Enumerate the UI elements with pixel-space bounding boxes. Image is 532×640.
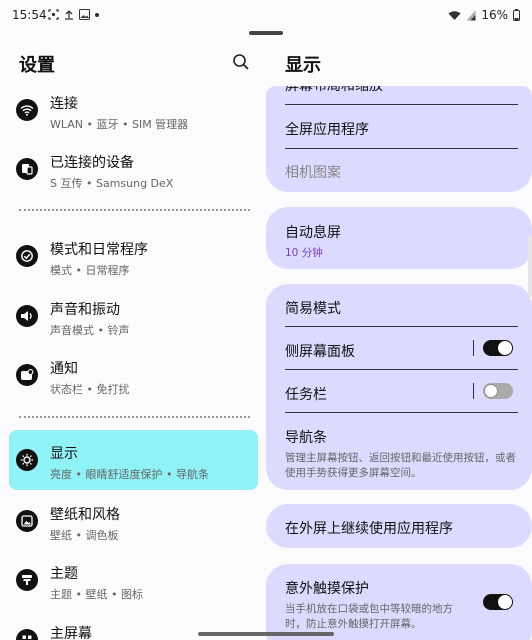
settings-item-subtitle: 声音模式 • 铃声 xyxy=(50,324,130,337)
settings-item-notifications[interactable]: 通知 状态栏 • 免打扰 xyxy=(9,347,258,403)
settings-item-subtitle: 壁纸 • 调色板 xyxy=(50,529,119,542)
row-description: 当手机放在口袋或包中等较暗的地方时，防止意外触摸打开屏幕。 xyxy=(285,603,453,630)
settings-item-subtitle: 模式 • 日常程序 xyxy=(50,264,130,277)
notification-dot-icon xyxy=(95,12,99,17)
taskbar-toggle[interactable] xyxy=(483,383,513,399)
signal-icon xyxy=(466,10,476,20)
camera-cutout-row: 相机图案 xyxy=(285,162,518,182)
settings-item-subtitle: S 互传 • Samsung DeX xyxy=(50,177,174,190)
battery-percent: 16% xyxy=(481,8,508,22)
settings-item-title: 模式和日常程序 xyxy=(50,242,148,258)
accidental-touch-toggle[interactable] xyxy=(483,594,513,610)
wallpaper-icon xyxy=(16,510,38,532)
screen-timeout-row[interactable]: 自动息屏 10 分钟 xyxy=(285,222,518,261)
settings-item-title: 声音和振动 xyxy=(50,302,120,318)
settings-item-title: 主题 xyxy=(50,566,78,582)
display-card-modes: 简易模式 侧屏幕面板 任务栏 导航条 管理主屏幕按钮、返回按钮和最近使用按钮，或… xyxy=(266,284,532,490)
easy-mode-row[interactable]: 简易模式 xyxy=(285,298,518,318)
row-title: 在外屏上继续使用应用程序 xyxy=(285,521,453,537)
display-card-touch-protection: 意外触摸保护 当手机放在口袋或包中等较暗的地方时，防止意外触摸打开屏幕。 xyxy=(266,564,532,640)
row-description: 管理主屏幕按钮、返回按钮和最近使用按钮，或者使用手势获得更多屏幕空间。 xyxy=(285,452,516,479)
display-card-layout: 屏幕布局和缩放 全屏应用程序 相机图案 xyxy=(266,86,532,192)
toggle-knob xyxy=(498,341,512,355)
screen: 15:54 16% 设置 连接 WLAN • 蓝牙 • SIM 管理器 已连接的… xyxy=(0,0,532,640)
screen-layout-zoom-row[interactable]: 屏幕布局和缩放 xyxy=(285,86,518,95)
row-separator xyxy=(285,104,518,105)
settings-item-subtitle: 亮度 • 眼睛舒适度保护 • 导航条 xyxy=(50,468,209,481)
settings-item-themes[interactable]: 主题 主题 • 壁纸 • 图标 xyxy=(9,552,258,608)
wifi-icon xyxy=(16,99,38,121)
row-separator xyxy=(285,412,518,413)
settings-item-title: 壁纸和风格 xyxy=(50,507,120,523)
volume-icon xyxy=(16,305,38,327)
search-icon[interactable] xyxy=(232,53,250,71)
row-title: 导航条 xyxy=(285,430,327,446)
settings-list-pane: 设置 连接 WLAN • 蓝牙 • SIM 管理器 已连接的设备 S 互传 • … xyxy=(0,36,266,640)
row-separator xyxy=(285,326,518,327)
edge-panels-toggle[interactable] xyxy=(483,340,513,356)
toggle-knob xyxy=(498,595,512,609)
pane-title: 显示 xyxy=(285,55,321,76)
navigation-bar-row[interactable]: 导航条 管理主屏幕按钮、返回按钮和最近使用按钮，或者使用手势获得更多屏幕空间。 xyxy=(285,427,518,481)
row-title: 全屏应用程序 xyxy=(285,122,369,138)
row-title: 意外触摸保护 xyxy=(285,581,369,597)
toggle-divider xyxy=(473,340,474,356)
row-title: 屏幕布局和缩放 xyxy=(285,86,383,94)
settings-item-title: 主屏幕 xyxy=(50,626,92,640)
settings-item-title: 显示 xyxy=(50,446,78,462)
notification-icon xyxy=(16,364,38,386)
home-icon xyxy=(16,629,38,640)
section-divider xyxy=(19,416,250,418)
brightness-icon xyxy=(16,449,38,471)
row-separator xyxy=(285,148,518,149)
row-title: 简易模式 xyxy=(285,301,341,317)
settings-item-wallpaper-style[interactable]: 壁纸和风格 壁纸 • 调色板 xyxy=(9,493,258,549)
display-card-cover-screen: 在外屏上继续使用应用程序 xyxy=(266,504,532,548)
row-separator xyxy=(285,369,518,370)
settings-item-subtitle: 主题 • 壁纸 • 图标 xyxy=(50,588,143,601)
settings-item-connected-devices[interactable]: 已连接的设备 S 互传 • Samsung DeX xyxy=(9,141,258,197)
gesture-nav-handle[interactable] xyxy=(198,632,334,636)
status-time: 15:54 xyxy=(12,8,47,22)
pane-drag-handle[interactable] xyxy=(249,31,283,35)
status-right: 16% xyxy=(448,8,520,22)
upload-icon xyxy=(65,10,73,20)
wifi-icon xyxy=(448,10,461,20)
settings-item-subtitle: 状态栏 • 免打扰 xyxy=(50,383,130,396)
scrollbar[interactable] xyxy=(528,235,532,297)
status-bar: 15:54 16% xyxy=(0,0,532,30)
toggle-knob xyxy=(484,384,498,398)
fullscreen-apps-row[interactable]: 全屏应用程序 xyxy=(285,119,518,139)
row-title: 自动息屏 xyxy=(285,225,341,241)
settings-item-sound-vibration[interactable]: 声音和振动 声音模式 • 铃声 xyxy=(9,288,258,344)
settings-item-display[interactable]: 显示 亮度 • 眼睛舒适度保护 • 导航条 xyxy=(9,430,258,490)
screenshot-icon xyxy=(48,9,59,20)
display-settings-pane: 显示 屏幕布局和缩放 全屏应用程序 相机图案 自动息屏 10 分钟 简易模式 侧… xyxy=(266,36,532,640)
settings-item-connections[interactable]: 连接 WLAN • 蓝牙 • SIM 管理器 xyxy=(9,82,258,138)
toggle-divider xyxy=(473,383,474,399)
theme-icon xyxy=(16,569,38,591)
continue-on-cover-screen-row[interactable]: 在外屏上继续使用应用程序 xyxy=(285,518,518,538)
settings-item-title: 已连接的设备 xyxy=(50,155,134,171)
settings-item-title: 连接 xyxy=(50,96,78,112)
settings-item-title: 通知 xyxy=(50,361,78,377)
battery-icon xyxy=(513,9,520,21)
check-circle-icon xyxy=(16,245,38,267)
settings-item-subtitle: WLAN • 蓝牙 • SIM 管理器 xyxy=(50,118,189,131)
screen-timeout-value: 10 分钟 xyxy=(285,247,323,259)
page-title: 设置 xyxy=(19,55,55,76)
section-divider xyxy=(19,209,250,211)
devices-icon xyxy=(16,158,38,180)
accidental-touch-protection-row[interactable]: 意外触摸保护 当手机放在口袋或包中等较暗的地方时，防止意外触摸打开屏幕。 xyxy=(285,578,465,632)
settings-item-modes-routines[interactable]: 模式和日常程序 模式 • 日常程序 xyxy=(9,228,258,284)
row-title: 相机图案 xyxy=(285,165,341,181)
display-card-screen-timeout: 自动息屏 10 分钟 xyxy=(266,207,532,269)
image-icon xyxy=(79,9,90,20)
status-left-icons xyxy=(48,9,99,20)
